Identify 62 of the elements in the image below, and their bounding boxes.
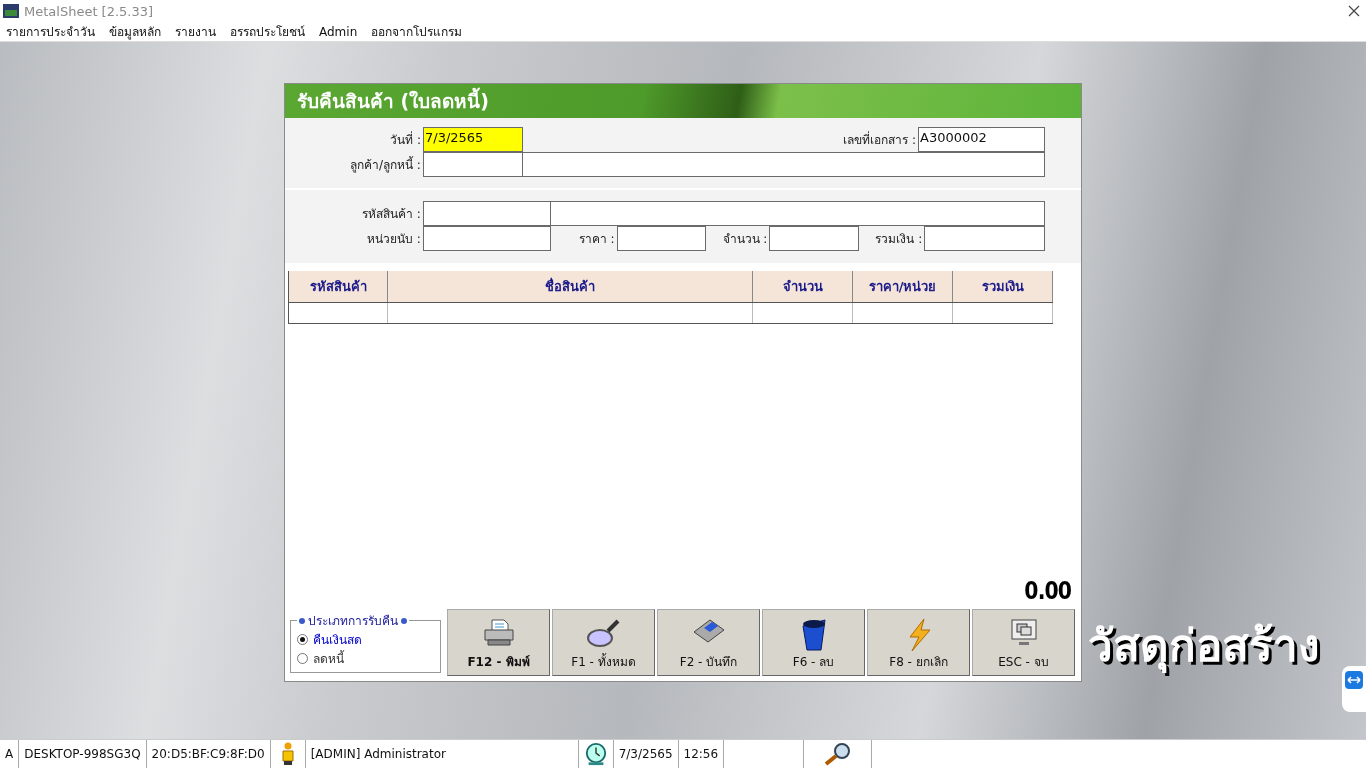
clock-icon: [583, 741, 608, 767]
side-tab[interactable]: [1342, 666, 1366, 712]
field-label: หน่วยนับ :: [365, 231, 422, 248]
toolbar-button[interactable]: F12 - พิมพ์: [447, 609, 550, 676]
field-label: ลูกค้า/ลูกหนี้ :: [348, 155, 422, 174]
menu-item[interactable]: รายงาน: [175, 22, 216, 41]
magnifier-icon: [585, 618, 622, 650]
status-text: A: [5, 747, 14, 761]
text-field[interactable]: 7/3/2565: [423, 127, 523, 152]
radio-button[interactable]: [297, 653, 308, 664]
input-field[interactable]: [549, 201, 1045, 226]
menu-item[interactable]: ออกจากโปรแกรม: [371, 22, 463, 41]
menu-item[interactable]: รายการประจำวัน: [6, 22, 95, 41]
field-label: เลขที่เอกสาร :: [842, 130, 917, 149]
input-field[interactable]: [924, 226, 1045, 251]
text-field[interactable]: A3000002: [918, 127, 1045, 152]
radio-option[interactable]: ลดหนี้: [297, 649, 434, 668]
menu-item[interactable]: อรรถประโยชน์: [230, 22, 305, 41]
column-header: รหัสสินค้า: [289, 271, 388, 302]
radio-button[interactable]: [297, 634, 308, 645]
menu-item[interactable]: Admin: [319, 24, 358, 39]
input-field[interactable]: [521, 152, 1045, 177]
person-icon: [279, 742, 296, 766]
printer-icon: [481, 618, 516, 648]
field-label: ราคา :: [577, 231, 616, 248]
status-text: [ADMIN] Administrator: [310, 747, 446, 761]
field-label: วันที่ :: [389, 130, 422, 149]
status-text: 20:D5:BF:C9:8F:D0: [151, 747, 265, 761]
dot-icon: [401, 617, 407, 624]
column-header: จำนวน: [753, 271, 853, 302]
toolbar-button[interactable]: F6 - ลบ: [762, 609, 865, 676]
input-field[interactable]: [769, 226, 860, 251]
status-text: 12:56: [683, 747, 719, 761]
toolbar-button[interactable]: F2 - บันทึก: [657, 609, 760, 676]
status-text: DESKTOP-998SG3Q: [24, 747, 141, 761]
input-field[interactable]: [422, 152, 523, 177]
radio-option[interactable]: คืนเงินสด: [297, 630, 434, 649]
column-header: รวมเงิน: [953, 271, 1053, 302]
dot-icon: [299, 617, 305, 624]
field-label: รหัสสินค้า :: [360, 206, 422, 223]
field-label: รวมเงิน :: [874, 231, 924, 248]
column-header: ชื่อสินค้า: [388, 271, 753, 302]
brand-text: วัสดุก่อสร้าง: [1088, 619, 1319, 675]
toolbar-button[interactable]: ESC - จบ: [972, 609, 1075, 676]
total-amount: 0.00: [1024, 577, 1071, 605]
menu-item[interactable]: ข้อมูลหลัก: [109, 22, 161, 41]
group-label: ประเภทการรับคืน: [308, 613, 398, 630]
status-text: 7/3/2565: [618, 747, 673, 761]
app-icon: [3, 4, 19, 18]
field-label: จำนวน :: [721, 231, 769, 248]
toolbar-button[interactable]: F8 - ยกเลิก: [867, 609, 970, 676]
dialog-title: รับคืนสินค้า (ใบลดหนี้): [285, 84, 1081, 118]
input-field[interactable]: [422, 226, 551, 251]
trash-bin-icon: [800, 618, 827, 652]
toolbar-button[interactable]: F1 - ทั้งหมด: [552, 609, 655, 676]
window-title: MetalSheet [2.5.33]: [24, 3, 155, 19]
input-field[interactable]: [616, 226, 707, 251]
close-icon[interactable]: [1348, 5, 1360, 17]
monitor-icon: [1008, 618, 1039, 648]
input-field[interactable]: [422, 201, 551, 226]
column-header: ราคา/หน่วย: [853, 271, 953, 302]
search-icon[interactable]: [822, 742, 853, 766]
